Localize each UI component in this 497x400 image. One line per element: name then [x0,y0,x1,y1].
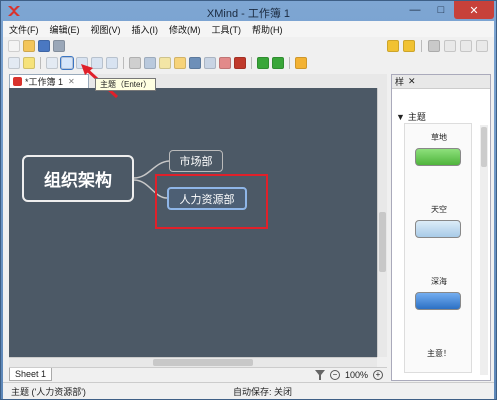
main-toolbar [3,38,494,54]
minimize-button[interactable]: — [402,1,428,19]
theme-name-sky: 天空 [431,205,447,214]
central-topic[interactable]: 组织架构 [22,155,134,202]
theme-swatch-grassland[interactable] [415,148,461,166]
xmind-file-icon [13,77,22,86]
menu-view[interactable]: 视图(V) [91,23,121,36]
subtopic-hr[interactable]: 人力资源部 [167,187,247,210]
theme-section-header[interactable]: ▼ 主题 [396,110,426,123]
label-icon[interactable] [159,57,171,69]
home-icon[interactable] [295,57,307,69]
zoom-in-button[interactable]: + [373,369,383,380]
close-button[interactable]: ✕ [454,1,494,19]
menu-file[interactable]: 文件(F) [9,23,39,36]
theme-name-idea: 主意！ [427,349,451,358]
maximize-button[interactable]: □ [428,1,454,19]
attachment-icon[interactable] [129,57,141,69]
undo-icon[interactable] [387,40,399,52]
menu-tools[interactable]: 工具(T) [212,23,242,36]
toolbar-separator [421,40,422,52]
topic-icon[interactable] [8,57,20,69]
toolbar-separator [289,57,290,69]
image-icon[interactable] [144,57,156,69]
vertical-scroll-thumb[interactable] [379,212,386,272]
tab-label: *工作簿 1 [25,77,64,87]
toolbar-separator [251,57,252,69]
zoom-out-button[interactable]: − [329,369,340,380]
app-window: XMind - 工作簿 1 — □ ✕ 文件(F) 编辑(E) 视图(V) 插入… [0,0,497,400]
drill-down-icon[interactable] [257,57,269,69]
triangle-down-icon: ▼ [396,111,405,122]
client-area: 文件(F) 编辑(E) 视图(V) 插入(I) 修改(M) 工具(T) 帮助(H… [3,21,494,399]
insert-topic-icon[interactable] [60,56,74,70]
canvas-vertical-scrollbar[interactable] [377,88,387,357]
menu-insert[interactable]: 插入(I) [132,23,159,36]
theme-swatch-sky[interactable] [415,220,461,238]
paste-icon[interactable] [460,40,472,52]
theme-name-deep-sea: 深海 [431,277,447,286]
sheet-bar: Sheet 1 − 100% + [9,367,387,381]
picture-icon[interactable] [46,57,58,69]
save-icon[interactable] [38,40,50,52]
menu-modify[interactable]: 修改(M) [169,23,201,36]
styles-panel-tab-bar: 样 ✕ [392,75,490,89]
idea-icon[interactable] [23,57,35,69]
open-icon[interactable] [23,40,35,52]
delete-icon[interactable] [476,40,488,52]
theme-swatch-deep-sea[interactable] [415,292,461,310]
selection-status: 主题 ('人力资源部') [11,386,86,397]
boundary-icon[interactable] [219,57,231,69]
note-icon[interactable] [174,57,186,69]
autosave-status: 自动保存: 关闭 [233,386,293,397]
styles-panel: 样 ✕ ▼ 主题 草地 天空 深海 主意！ [391,74,491,381]
theme-name-grassland: 草地 [431,133,447,142]
copy-icon[interactable] [444,40,456,52]
hyperlink-icon[interactable] [189,57,201,69]
new-icon[interactable] [8,40,20,52]
horizontal-scroll-thumb[interactable] [153,359,253,366]
print-icon[interactable] [53,40,65,52]
title-bar[interactable]: XMind - 工作簿 1 — □ ✕ [1,1,496,21]
styles-tab-label[interactable]: 样 [395,75,404,88]
redo-icon[interactable] [403,40,415,52]
cut-icon[interactable] [428,40,440,52]
panel-close-icon[interactable]: ✕ [408,76,416,87]
subtopic-marketing[interactable]: 市场部 [169,150,223,172]
menu-help[interactable]: 帮助(H) [252,23,283,36]
zoom-value: 100% [344,369,368,380]
menu-bar: 文件(F) 编辑(E) 视图(V) 插入(I) 修改(M) 工具(T) 帮助(H… [3,21,494,37]
styles-scroll-thumb[interactable] [481,127,487,167]
mindmap-canvas[interactable]: 组织架构 市场部 人力资源部 [9,88,377,357]
styles-panel-scrollbar[interactable] [480,125,488,375]
toolbar-separator [40,57,41,69]
summary-icon[interactable] [234,57,246,69]
theme-section-title: 主题 [407,112,426,122]
filter-icon[interactable] [314,369,325,380]
theme-list: 草地 天空 深海 主意！ [404,123,472,373]
relationship-icon[interactable] [204,57,216,69]
toolbar-separator [123,57,124,69]
sheet-tab-1[interactable]: Sheet 1 [9,368,53,381]
editor-tab-bar: *工作簿 1 ✕ [9,74,387,88]
insert-topic-tooltip: 主题（Enter） [95,78,157,91]
menu-edit[interactable]: 编辑(E) [50,23,80,36]
status-bar: 主题 ('人力资源部') 自动保存: 关闭 [3,382,494,399]
canvas-horizontal-scrollbar[interactable] [9,357,377,367]
drill-up-icon[interactable] [272,57,284,69]
